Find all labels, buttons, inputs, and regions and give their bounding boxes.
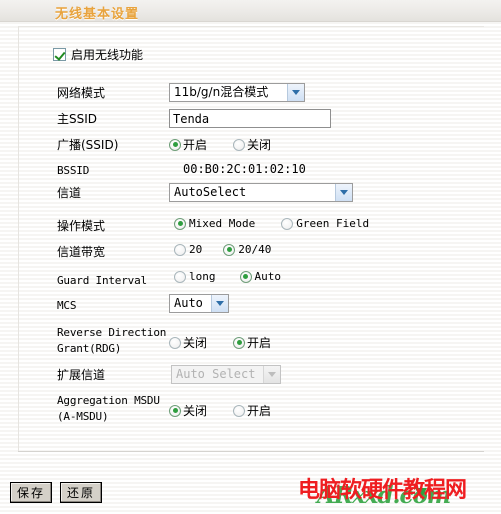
label-amsdu-line1: Aggregation MSDU: [57, 394, 160, 407]
broadcast-ssid-option-off-label: 关闭: [247, 138, 272, 152]
label-rdg: Reverse Direction Grant(RDG): [57, 325, 166, 357]
chevron-down-icon[interactable]: [287, 84, 304, 101]
mcs-value: Auto: [174, 296, 203, 310]
guard-interval-option-auto-label: Auto: [254, 270, 282, 283]
restore-button[interactable]: 还原: [60, 482, 103, 503]
guard-interval-option-long-label: long: [189, 270, 216, 283]
operation-mode-option-mixed-label: Mixed Mode: [189, 217, 256, 230]
radio-icon[interactable]: [174, 243, 186, 256]
label-channel: 信道: [57, 186, 82, 200]
watermark: ARxxd.com 电脑软硬件教程网: [297, 468, 501, 514]
radio-icon[interactable]: [281, 217, 294, 230]
radio-icon-selected[interactable]: [174, 217, 186, 230]
rdg-option-off-label: 关闭: [183, 336, 208, 350]
radio-icon-selected[interactable]: [239, 270, 252, 283]
operation-mode-option-greenfield-label: Green Field: [296, 217, 370, 230]
watermark-arrow-icon: [415, 488, 427, 499]
rdg-option-off[interactable]: 关闭: [169, 334, 207, 351]
amsdu-option-off-label: 关闭: [183, 404, 208, 418]
network-mode-select-wrap[interactable]: 11b/g/n混合模式: [169, 83, 305, 102]
operation-mode-radio-group[interactable]: Mixed Mode Green Field: [174, 217, 369, 230]
amsdu-radio-group[interactable]: 关闭 开启: [169, 402, 271, 419]
label-network-mode: 网络模式: [57, 86, 106, 100]
radio-icon[interactable]: [174, 270, 186, 283]
rdg-radio-group[interactable]: 关闭 开启: [169, 334, 271, 351]
watermark-red-text: 电脑软硬件教程网: [298, 478, 467, 503]
mcs-select[interactable]: Auto: [169, 294, 229, 313]
page-title: 无线基本设置: [55, 7, 140, 22]
label-amsdu-line2: (A-MSDU): [57, 410, 109, 423]
channel-select-wrap[interactable]: AutoSelect: [169, 183, 353, 202]
broadcast-ssid-option-on-label: 开启: [183, 138, 208, 152]
label-channel-bandwidth: 信道带宽: [57, 245, 106, 259]
bssid-value: 00:B0:2C:01:02:10: [183, 162, 306, 176]
label-rdg-line1: Reverse Direction: [57, 326, 167, 339]
label-rdg-line2: Grant(RDG): [57, 342, 122, 355]
radio-icon-selected[interactable]: [233, 336, 246, 349]
chevron-down-icon[interactable]: [211, 295, 228, 312]
settings-form-panel: 网络模式 11b/g/n混合模式 主SSID 广播(SSID) 开启: [18, 26, 484, 451]
radio-icon-selected[interactable]: [169, 138, 181, 151]
chevron-down-icon: [263, 366, 280, 383]
network-mode-value: 11b/g/n混合模式: [174, 85, 269, 99]
watermark-green-text: ARxxd.com: [317, 482, 451, 509]
page-header-bar: 无线基本设置: [0, 0, 501, 22]
channel-bandwidth-option-20[interactable]: 20: [174, 243, 202, 256]
channel-value: AutoSelect: [174, 185, 247, 199]
main-ssid-input-wrap[interactable]: [169, 109, 331, 128]
channel-bandwidth-option-20-label: 20: [189, 243, 203, 256]
amsdu-option-off[interactable]: 关闭: [169, 402, 207, 419]
chevron-down-icon[interactable]: [335, 184, 352, 201]
broadcast-ssid-radio-group[interactable]: 开启 关闭: [169, 136, 271, 153]
network-mode-select[interactable]: 11b/g/n混合模式: [169, 83, 305, 102]
label-operation-mode: 操作模式: [57, 219, 106, 233]
footer-divider: [18, 451, 484, 452]
save-button[interactable]: 保存: [10, 482, 53, 503]
extension-channel-value: Auto Select: [176, 367, 256, 381]
channel-bandwidth-option-2040[interactable]: 20/40: [223, 243, 271, 256]
guard-interval-option-long[interactable]: long: [174, 270, 216, 283]
label-extension-channel: 扩展信道: [57, 368, 106, 382]
mcs-select-wrap[interactable]: Auto: [169, 294, 229, 313]
radio-icon[interactable]: [233, 404, 246, 417]
operation-mode-option-greenfield[interactable]: Green Field: [281, 217, 369, 230]
radio-icon[interactable]: [233, 138, 246, 151]
footer-button-row: 保存 还原: [10, 482, 103, 503]
channel-bandwidth-radio-group[interactable]: 20 20/40: [174, 243, 271, 256]
radio-icon[interactable]: [169, 336, 181, 349]
label-guard-interval: Guard Interval: [57, 274, 147, 287]
operation-mode-option-mixed[interactable]: Mixed Mode: [174, 217, 255, 230]
broadcast-ssid-option-off[interactable]: 关闭: [233, 136, 271, 153]
radio-icon-selected[interactable]: [169, 404, 181, 417]
extension-channel-select: Auto Select: [171, 365, 281, 384]
router-wireless-settings-page: 无线基本设置 启用无线功能 网络模式 11b/g/n混合模式 主SSID Ten…: [0, 0, 501, 514]
broadcast-ssid-option-on[interactable]: 开启: [169, 136, 207, 153]
guard-interval-option-auto[interactable]: Auto: [239, 270, 282, 283]
main-ssid-input[interactable]: [169, 109, 331, 128]
rdg-option-on-label: 开启: [247, 336, 272, 350]
label-main-ssid: 主SSID: [57, 112, 98, 126]
channel-bandwidth-option-2040-label: 20/40: [238, 243, 272, 256]
amsdu-option-on[interactable]: 开启: [233, 402, 271, 419]
radio-icon-selected[interactable]: [223, 243, 236, 256]
channel-select[interactable]: AutoSelect: [169, 183, 353, 202]
label-broadcast-ssid: 广播(SSID): [57, 138, 119, 152]
rdg-option-on[interactable]: 开启: [233, 334, 271, 351]
label-mcs: MCS: [57, 299, 77, 312]
label-bssid: BSSID: [57, 164, 90, 177]
extension-channel-select-wrap: Auto Select: [171, 365, 281, 384]
guard-interval-radio-group[interactable]: long Auto: [174, 270, 281, 283]
amsdu-option-on-label: 开启: [247, 404, 272, 418]
label-amsdu: Aggregation MSDU (A-MSDU): [57, 393, 160, 425]
